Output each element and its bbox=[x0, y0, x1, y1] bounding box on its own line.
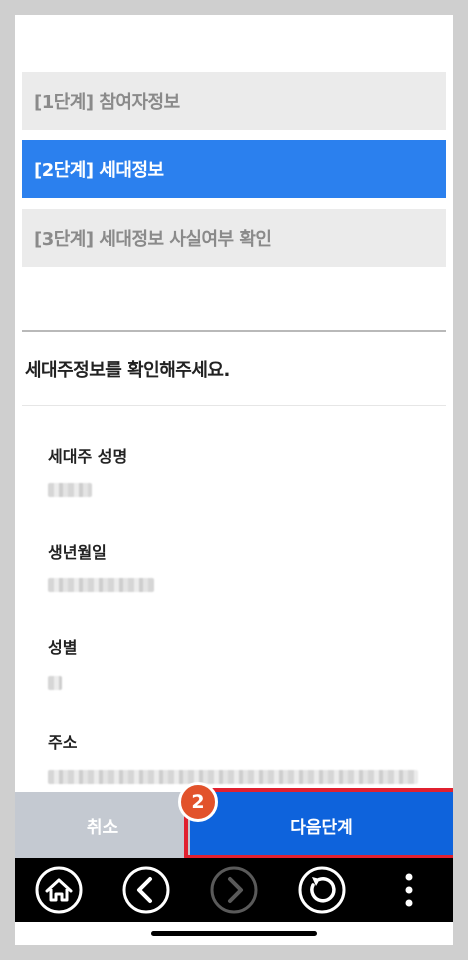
refresh-button[interactable] bbox=[296, 864, 348, 916]
step-1-tab[interactable]: [1단계] 참여자정보 bbox=[22, 72, 446, 130]
bottom-action-bar: 취소 다음단계 bbox=[15, 792, 453, 858]
cancel-button[interactable]: 취소 bbox=[15, 792, 190, 858]
field-label-householder-name: 세대주 성명 bbox=[48, 447, 128, 466]
refresh-icon bbox=[298, 866, 346, 914]
app-screen: [1단계] 참여자정보 [2단계] 세대정보 [3단계] 세대정보 사실여부 확… bbox=[15, 15, 453, 945]
step-badge: 2 bbox=[178, 782, 218, 822]
back-button[interactable] bbox=[120, 864, 172, 916]
more-button[interactable] bbox=[383, 864, 435, 916]
redacted-birthdate bbox=[48, 578, 154, 592]
forward-button[interactable] bbox=[208, 864, 260, 916]
more-icon bbox=[405, 873, 413, 907]
back-icon bbox=[122, 866, 170, 914]
field-label-gender: 성별 bbox=[48, 638, 78, 657]
field-label-birthdate: 생년월일 bbox=[48, 543, 107, 562]
home-indicator[interactable] bbox=[151, 931, 317, 936]
forward-icon bbox=[210, 866, 258, 914]
redacted-householder-name bbox=[48, 483, 92, 497]
step-3-label: [3단계] 세대정보 사실여부 확인 bbox=[34, 229, 272, 250]
step-3-tab[interactable]: [3단계] 세대정보 사실여부 확인 bbox=[22, 209, 446, 267]
section-divider bbox=[22, 330, 446, 332]
step-2-label: [2단계] 세대정보 bbox=[34, 160, 164, 181]
step-1-label: [1단계] 참여자정보 bbox=[34, 92, 180, 113]
field-label-address: 주소 bbox=[48, 733, 78, 752]
next-step-button[interactable]: 다음단계 bbox=[190, 792, 453, 858]
home-button[interactable] bbox=[33, 864, 85, 916]
step-2-tab[interactable]: [2단계] 세대정보 bbox=[22, 140, 446, 198]
redacted-gender bbox=[48, 676, 62, 690]
title-divider bbox=[22, 405, 446, 406]
browser-navbar bbox=[15, 858, 453, 922]
home-icon bbox=[35, 866, 83, 914]
section-title: 세대주정보를 확인해주세요. bbox=[25, 360, 230, 381]
redacted-address bbox=[48, 770, 418, 784]
